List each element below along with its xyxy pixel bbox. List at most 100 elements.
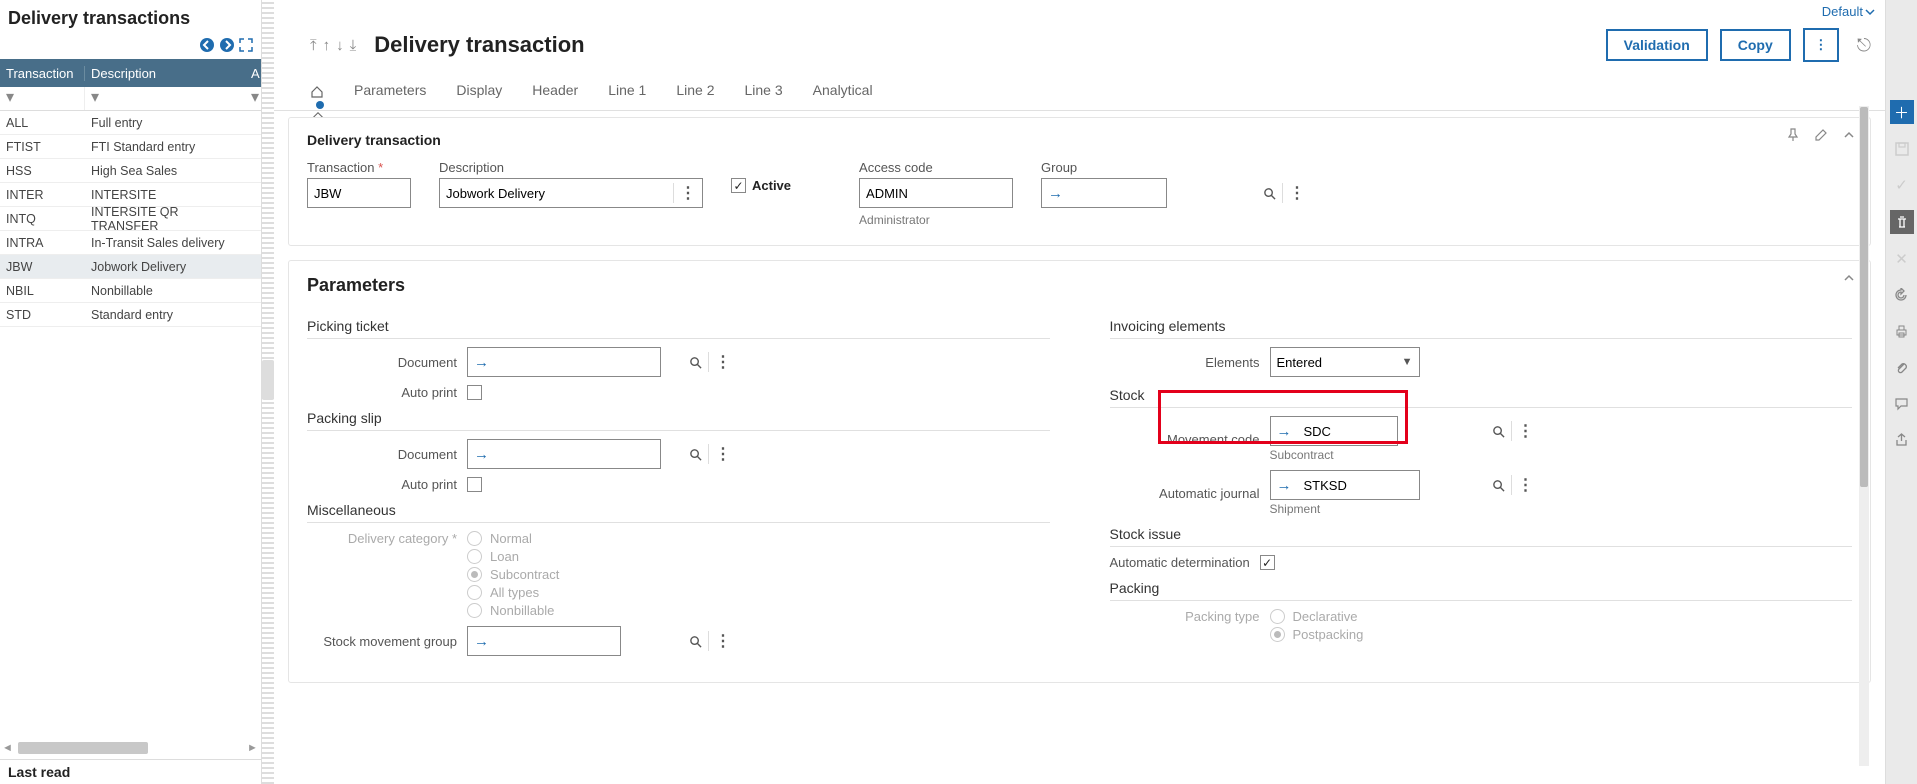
access-code-input[interactable] [860,180,1048,206]
delivery-category-radio[interactable]: Subcontract [467,567,559,582]
collapse-icon[interactable] [1842,128,1856,142]
auto-print-label: Auto print [307,477,457,492]
lookup-icon[interactable] [683,635,708,648]
field-menu-icon[interactable]: ⋮ [1282,183,1311,203]
layout-default-dropdown[interactable]: Default [1822,4,1875,19]
movement-code-input[interactable] [1298,418,1486,444]
nav-last-icon[interactable]: ⤓ [350,37,357,54]
link-arrow-icon[interactable]: → [1271,423,1298,440]
nav-first-icon[interactable]: ⤒ [310,37,317,54]
field-menu-icon[interactable]: ⋮ [1511,421,1540,441]
elements-label: Elements [1110,355,1260,370]
tab-analytical[interactable]: Analytical [813,82,873,102]
cancel-icon[interactable]: ✕ [1891,248,1913,270]
tab-header[interactable]: Header [532,82,578,102]
nav-prev-icon[interactable] [199,37,215,53]
picking-auto-print-checkbox[interactable] [467,385,482,400]
table-row[interactable]: INTERINTERSITE [0,183,261,207]
grid-col-extra[interactable]: A [251,66,261,81]
field-menu-icon[interactable]: ⋮ [708,444,737,464]
print-icon[interactable] [1891,320,1913,342]
stock-movement-group-input[interactable] [495,628,683,654]
delete-icon[interactable] [1890,210,1914,234]
delivery-category-radio[interactable]: Normal [467,531,559,546]
link-arrow-icon[interactable]: → [468,633,495,650]
elements-select[interactable]: Entered▼ [1270,347,1420,377]
validation-button[interactable]: Validation [1606,29,1708,61]
table-row[interactable]: NBILNonbillable [0,279,261,303]
delivery-category-radio[interactable]: Nonbillable [467,603,559,618]
table-row[interactable]: INTQINTERSITE QR TRANSFER [0,207,261,231]
link-arrow-icon[interactable]: → [1271,477,1298,494]
filter-icon[interactable]: ▾ [91,89,99,106]
auto-determination-checkbox[interactable] [1260,555,1275,570]
new-icon[interactable]: ＋ [1890,100,1914,124]
description-input[interactable] [440,180,673,206]
pin-icon[interactable] [1786,128,1800,142]
left-panel-title: Delivery transactions [0,0,261,33]
lookup-icon[interactable] [683,356,708,369]
field-menu-icon[interactable]: ⋮ [708,631,737,651]
copy-button[interactable]: Copy [1720,29,1791,61]
document-label: Document [307,355,457,370]
table-row[interactable]: INTRAIn-Transit Sales delivery [0,231,261,255]
grid-col-transaction[interactable]: Transaction [0,66,85,81]
attachment-icon[interactable] [1891,356,1913,378]
save-icon[interactable] [1891,138,1913,160]
nav-up-icon[interactable]: ↑ [323,37,331,54]
nav-down-icon[interactable]: ↓ [336,37,344,54]
panel-splitter[interactable] [262,0,274,784]
field-menu-icon[interactable]: ⋮ [673,183,702,203]
table-row[interactable]: FTISTFTI Standard entry [0,135,261,159]
picking-document-input[interactable] [495,349,683,375]
horizontal-scrollbar[interactable]: ◄ ► [2,740,259,756]
filter-icon[interactable]: ▾ [6,89,14,106]
group-input[interactable] [1069,180,1257,206]
lookup-icon[interactable] [1486,479,1511,492]
home-tab-icon[interactable] [310,85,324,99]
exit-icon[interactable]: ⎋ [1857,35,1871,56]
table-row[interactable]: ALLFull entry [0,111,261,135]
packing-document-input[interactable] [495,441,683,467]
lookup-icon[interactable] [1257,187,1282,200]
vertical-scrollbar[interactable] [1859,106,1869,766]
lookup-icon[interactable] [1486,425,1511,438]
active-checkbox[interactable] [731,178,746,193]
link-arrow-icon[interactable]: → [468,354,495,371]
create-icon[interactable]: ✓ [1891,174,1913,196]
delivery-category-radio[interactable]: Loan [467,549,559,564]
automatic-journal-input[interactable] [1298,472,1486,498]
refresh-icon[interactable] [1891,284,1913,306]
collapse-icon[interactable] [1842,271,1856,285]
lookup-icon[interactable] [683,448,708,461]
table-row[interactable]: HSSHigh Sea Sales [0,159,261,183]
delivery-category-radio[interactable]: All types [467,585,559,600]
tab-display[interactable]: Display [456,82,502,102]
expand-icon[interactable] [239,37,253,53]
filter-icon[interactable]: ▾ [251,89,259,106]
tab-parameters[interactable]: Parameters [354,82,426,102]
link-arrow-icon[interactable]: → [468,446,495,463]
table-row[interactable]: STDStandard entry [0,303,261,327]
access-code-label: Access code [859,160,1013,175]
tab-line3[interactable]: Line 3 [745,82,783,102]
tab-line2[interactable]: Line 2 [676,82,714,102]
export-icon[interactable] [1891,428,1913,450]
edit-icon[interactable] [1814,128,1828,142]
last-read-label: Last read [0,759,261,784]
link-arrow-icon[interactable]: → [1042,185,1069,202]
section-delivery-transaction: Delivery transaction [307,132,1852,148]
packing-type-radio[interactable]: Declarative [1270,609,1364,624]
table-row[interactable]: JBWJobwork Delivery [0,255,261,279]
packing-auto-print-checkbox[interactable] [467,477,482,492]
more-actions-button[interactable]: ⋮ [1803,28,1839,62]
comment-icon[interactable] [1891,392,1913,414]
field-menu-icon[interactable]: ⋮ [1511,475,1540,495]
delivery-category-label: Delivery category * [307,531,457,546]
nav-next-icon[interactable] [219,37,235,53]
tab-line1[interactable]: Line 1 [608,82,646,102]
packing-type-radio[interactable]: Postpacking [1270,627,1364,642]
automatic-journal-help: Shipment [1270,502,1420,516]
field-menu-icon[interactable]: ⋮ [708,352,737,372]
grid-col-description[interactable]: Description [85,66,251,81]
